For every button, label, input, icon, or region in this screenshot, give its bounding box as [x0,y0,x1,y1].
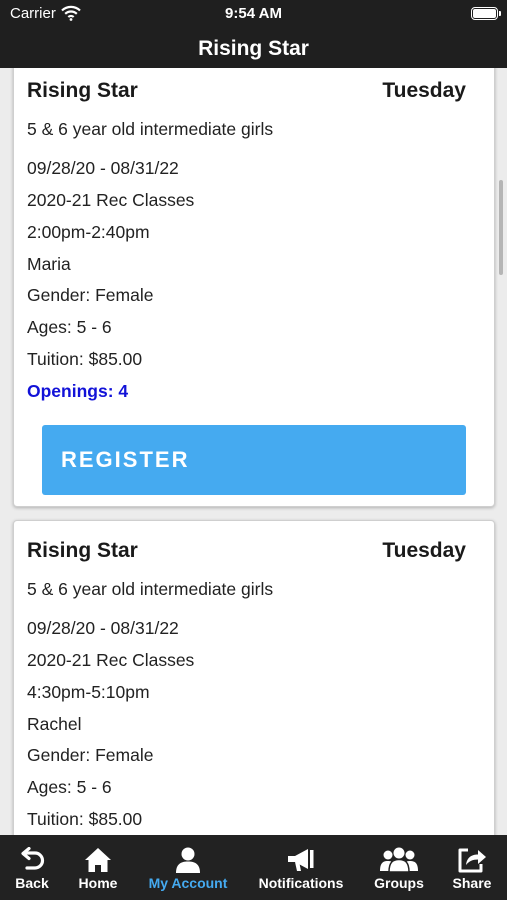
class-instructor: Maria [27,254,71,274]
tab-label: Notifications [258,875,344,891]
class-name: Rising Star [27,539,138,562]
back-arrow-icon [21,847,45,870]
class-list[interactable]: Rising Star Tuesday 5 & 6 year old inter… [0,68,507,835]
class-day: Tuesday [382,539,466,562]
tab-label: Groups [374,875,424,891]
tab-label: Back [15,875,49,891]
tab-home[interactable]: Home [66,835,130,900]
tab-label: Home [78,875,118,891]
class-tuition: Tuition: $85.00 [27,349,143,369]
class-ages: Ages: 5 - 6 [27,777,112,797]
class-description: 5 & 6 year old intermediate girls [27,579,274,599]
status-bar: Carrier 9:54 AM [0,0,507,28]
tab-bar: Back Home My Account Notifications Group… [0,835,507,900]
tab-my-account[interactable]: My Account [138,835,238,900]
tab-groups[interactable]: Groups [362,835,436,900]
class-card: Rising Star Tuesday 5 & 6 year old inter… [13,520,495,835]
class-name: Rising Star [27,79,138,102]
class-day: Tuesday [382,79,466,102]
class-session: 2020-21 Rec Classes [27,190,195,210]
megaphone-icon [288,849,314,871]
tab-label: My Account [148,875,228,891]
class-openings: Openings: 4 [27,381,129,401]
group-icon [380,847,418,873]
class-instructor: Rachel [27,714,82,734]
class-ages: Ages: 5 - 6 [27,317,112,337]
class-description: 5 & 6 year old intermediate girls [27,119,274,139]
tab-share[interactable]: Share [442,835,502,900]
battery-icon [471,7,501,20]
class-tuition: Tuition: $85.00 [27,809,143,829]
app-header: Carrier 9:54 AM Rising Star [0,0,507,68]
class-card: Rising Star Tuesday 5 & 6 year old inter… [13,68,495,507]
register-button[interactable]: REGISTER [42,425,466,495]
share-icon [458,848,486,873]
home-icon [85,848,111,872]
user-icon [176,847,200,873]
tab-label: Share [452,875,492,891]
class-dates: 09/28/20 - 08/31/22 [27,618,179,638]
page-title: Rising Star [198,37,309,60]
tab-back[interactable]: Back [0,835,64,900]
class-time: 4:30pm-5:10pm [27,682,150,702]
scrollbar[interactable] [499,180,503,275]
tab-notifications[interactable]: Notifications [250,835,352,900]
class-time: 2:00pm-2:40pm [27,222,150,242]
class-dates: 09/28/20 - 08/31/22 [27,158,179,178]
class-session: 2020-21 Rec Classes [27,650,195,670]
class-gender: Gender: Female [27,745,154,765]
status-time: 9:54 AM [225,5,282,22]
class-gender: Gender: Female [27,285,154,305]
